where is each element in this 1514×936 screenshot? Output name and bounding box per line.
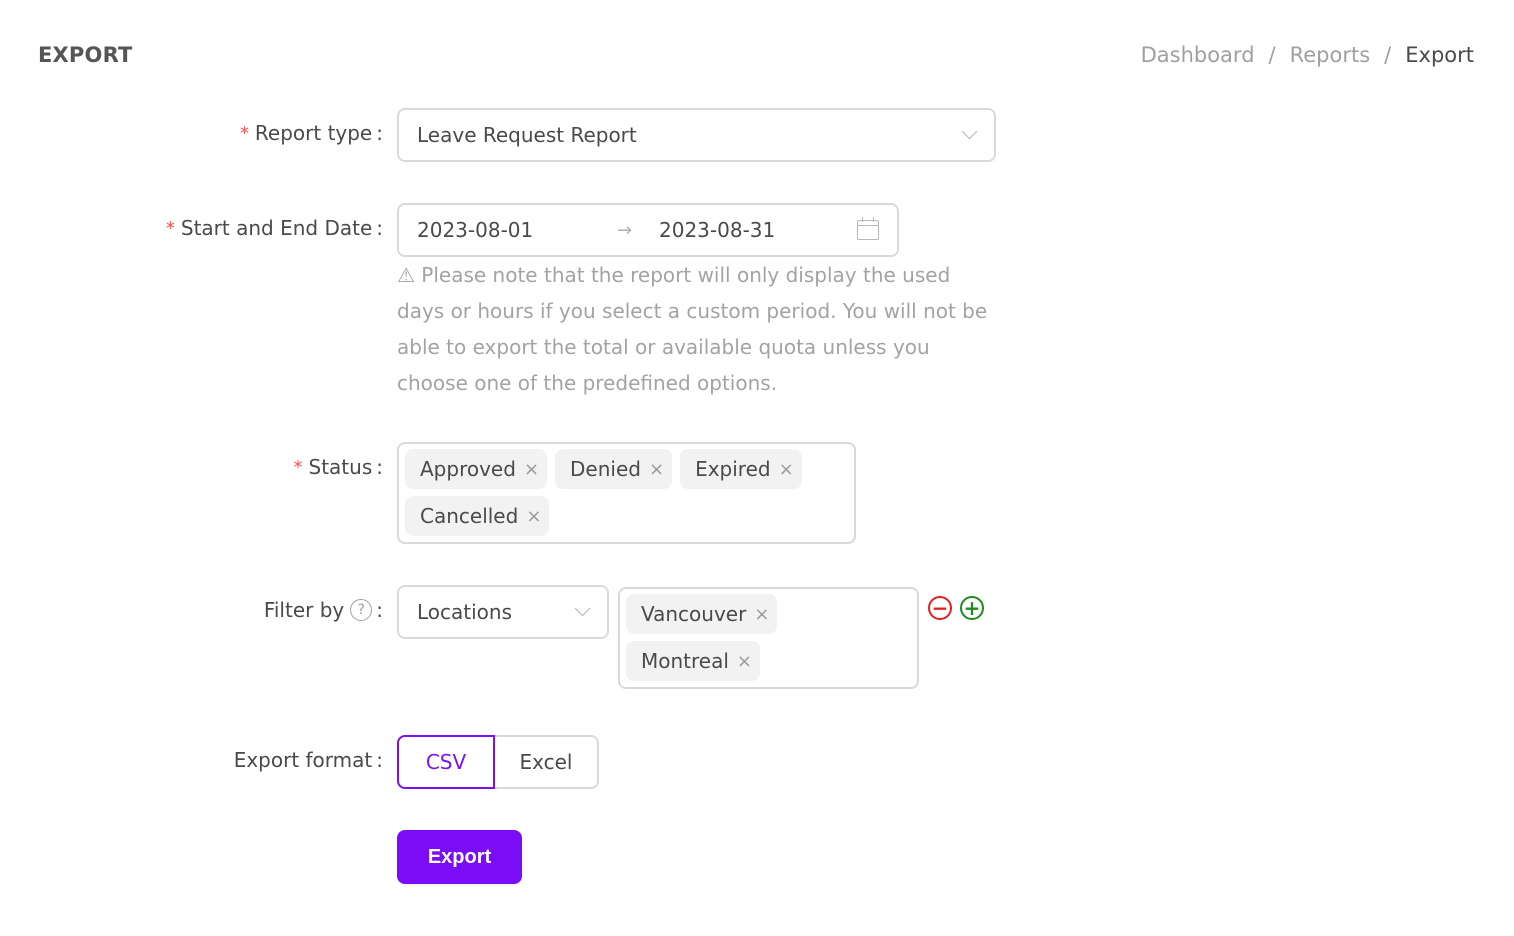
breadcrumb-reports[interactable]: Reports xyxy=(1290,43,1371,67)
page-title: EXPORT xyxy=(38,43,133,67)
status-tag-denied: Denied × xyxy=(555,449,673,489)
breadcrumb-separator: / xyxy=(1268,43,1276,67)
report-type-value: Leave Request Report xyxy=(417,123,637,147)
report-type-label: * Report type : xyxy=(239,121,383,145)
close-icon[interactable]: × xyxy=(526,506,541,527)
end-date-input[interactable]: 2023-08-31 xyxy=(659,218,857,242)
close-icon[interactable]: × xyxy=(737,651,752,672)
date-range-picker[interactable]: 2023-08-01 → 2023-08-31 xyxy=(397,203,899,257)
status-tag-cancelled: Cancelled × xyxy=(405,496,550,536)
format-option-csv[interactable]: CSV xyxy=(397,735,495,789)
export-format-label: Export format : xyxy=(233,748,383,772)
status-tag-expired: Expired × xyxy=(680,449,802,489)
plus-circle-icon[interactable]: + xyxy=(960,596,984,620)
required-mark: * xyxy=(239,122,249,144)
location-tag-vancouver: Vancouver × xyxy=(626,594,778,634)
close-icon[interactable]: × xyxy=(779,459,794,480)
export-button[interactable]: Export xyxy=(397,830,522,884)
filter-type-value: Locations xyxy=(417,600,513,624)
status-label: * Status : xyxy=(293,455,383,479)
required-mark: * xyxy=(165,217,175,239)
close-icon[interactable]: × xyxy=(649,459,664,480)
export-format-radio-group: CSV Excel xyxy=(397,735,599,789)
breadcrumb: Dashboard / Reports / Export xyxy=(1141,43,1474,67)
start-date-input[interactable]: 2023-08-01 xyxy=(417,218,617,242)
calendar-icon[interactable] xyxy=(857,217,879,240)
breadcrumb-export: Export xyxy=(1405,43,1474,67)
location-tag-montreal: Montreal × xyxy=(626,641,761,681)
filter-by-label: Filter by ? : xyxy=(263,598,383,622)
minus-circle-icon[interactable]: − xyxy=(928,596,952,620)
chevron-down-icon xyxy=(575,605,589,619)
date-range-label: * Start and End Date : xyxy=(165,216,383,240)
status-tag-approved: Approved × xyxy=(405,449,548,489)
report-type-select[interactable]: Leave Request Report xyxy=(397,108,996,162)
status-multiselect[interactable]: Approved × Denied × Expired × Cancelled … xyxy=(397,442,856,544)
location-multiselect[interactable]: Vancouver × Montreal × xyxy=(618,587,919,689)
arrow-right-icon: → xyxy=(617,219,633,241)
warning-icon: ⚠ xyxy=(397,263,415,287)
required-mark: * xyxy=(293,456,303,478)
filter-type-select[interactable]: Locations xyxy=(397,585,609,639)
question-circle-icon[interactable]: ? xyxy=(350,599,373,621)
breadcrumb-separator: / xyxy=(1384,43,1392,67)
format-option-excel[interactable]: Excel xyxy=(493,735,599,789)
close-icon[interactable]: × xyxy=(754,604,769,625)
chevron-down-icon xyxy=(962,128,976,142)
breadcrumb-dashboard[interactable]: Dashboard xyxy=(1141,43,1255,67)
warning-text: Please note that the report will only di… xyxy=(397,263,988,395)
close-icon[interactable]: × xyxy=(524,459,539,480)
date-range-warning: ⚠ Please note that the report will only … xyxy=(397,257,997,401)
